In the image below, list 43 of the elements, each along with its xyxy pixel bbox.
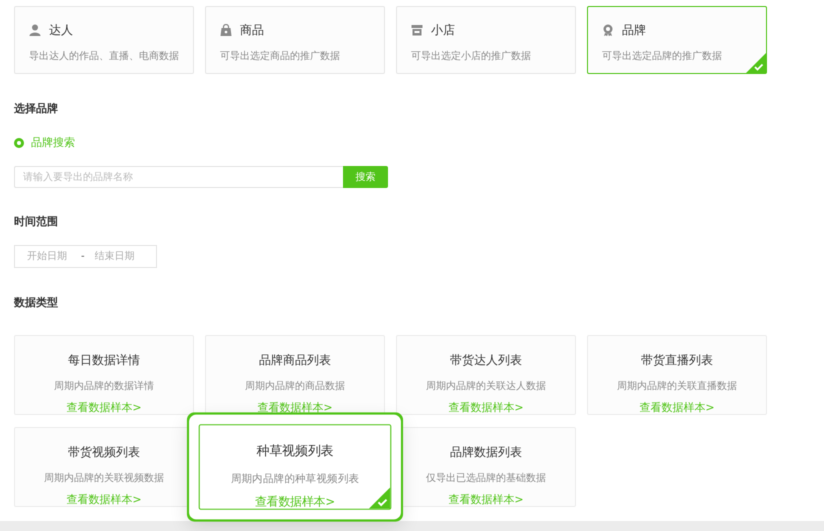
store-icon bbox=[411, 24, 423, 36]
option-description: 导出达人的作品、直播、电商数据 bbox=[29, 50, 179, 64]
data-type-card[interactable]: 每日数据详情 周期内品牌的数据详情 查看数据样本> bbox=[14, 335, 194, 415]
card-description: 周期内品牌的关联达人数据 bbox=[425, 380, 547, 394]
option-title: 品牌 bbox=[622, 22, 646, 39]
option-title: 小店 bbox=[431, 22, 455, 39]
card-title: 种草视频列表 bbox=[255, 442, 335, 460]
card-description: 周期内品牌的关联视频数据 bbox=[43, 472, 165, 486]
card-title: 带货达人列表 bbox=[449, 352, 523, 369]
card-title: 带货视频列表 bbox=[67, 444, 141, 461]
person-icon bbox=[29, 24, 41, 36]
option-title: 达人 bbox=[49, 22, 73, 39]
section-heading: 选择品牌 bbox=[14, 101, 59, 117]
radio-button[interactable] bbox=[14, 138, 24, 148]
option-description: 可导出选定小店的推广数据 bbox=[411, 50, 531, 64]
card-title: 带货直播列表 bbox=[640, 352, 714, 369]
search-field[interactable]: 请输入要导出的品牌名称 bbox=[14, 166, 343, 188]
section-heading: 数据类型 bbox=[14, 294, 59, 310]
date-separator: - bbox=[81, 250, 85, 264]
card-title: 品牌数据列表 bbox=[449, 444, 523, 461]
export-option-card[interactable]: 小店 可导出选定小店的推广数据 bbox=[396, 6, 576, 74]
card-description: 周期内品牌的种草视频列表 bbox=[230, 472, 360, 488]
export-option-card[interactable]: 达人 导出达人的作品、直播、电商数据 bbox=[14, 6, 194, 74]
section-heading: 时间范围 bbox=[14, 214, 59, 230]
date-range-field[interactable]: 开始日期 - 结束日期 bbox=[14, 244, 157, 268]
option-description: 可导出选定商品的推广数据 bbox=[220, 50, 340, 64]
card-description: 仅导出已选品牌的基础数据 bbox=[425, 472, 547, 486]
check-icon bbox=[746, 53, 766, 73]
data-type-card[interactable]: 品牌商品列表 周期内品牌的商品数据 查看数据样本> bbox=[205, 335, 385, 415]
card-description: 周期内品牌的商品数据 bbox=[244, 380, 346, 394]
card-title: 每日数据详情 bbox=[67, 352, 141, 369]
export-option-card[interactable]: 商品 可导出选定商品的推广数据 bbox=[205, 6, 385, 74]
option-description: 可导出选定品牌的推广数据 bbox=[602, 50, 722, 64]
badge-icon bbox=[602, 24, 614, 36]
export-option-card[interactable]: 品牌 可导出选定品牌的推广数据 bbox=[587, 6, 767, 74]
data-type-card[interactable]: 带货达人列表 周期内品牌的关联达人数据 查看数据样本> bbox=[396, 335, 576, 415]
check-icon bbox=[368, 487, 390, 509]
card-description: 周期内品牌的关联直播数据 bbox=[616, 380, 738, 394]
card-title: 品牌商品列表 bbox=[258, 352, 332, 369]
bag-icon bbox=[220, 24, 232, 36]
option-title: 商品 bbox=[240, 22, 264, 39]
card-description: 周期内品牌的数据详情 bbox=[53, 380, 155, 394]
data-type-card[interactable]: 带货直播列表 周期内品牌的关联直播数据 查看数据样本> bbox=[587, 335, 767, 415]
